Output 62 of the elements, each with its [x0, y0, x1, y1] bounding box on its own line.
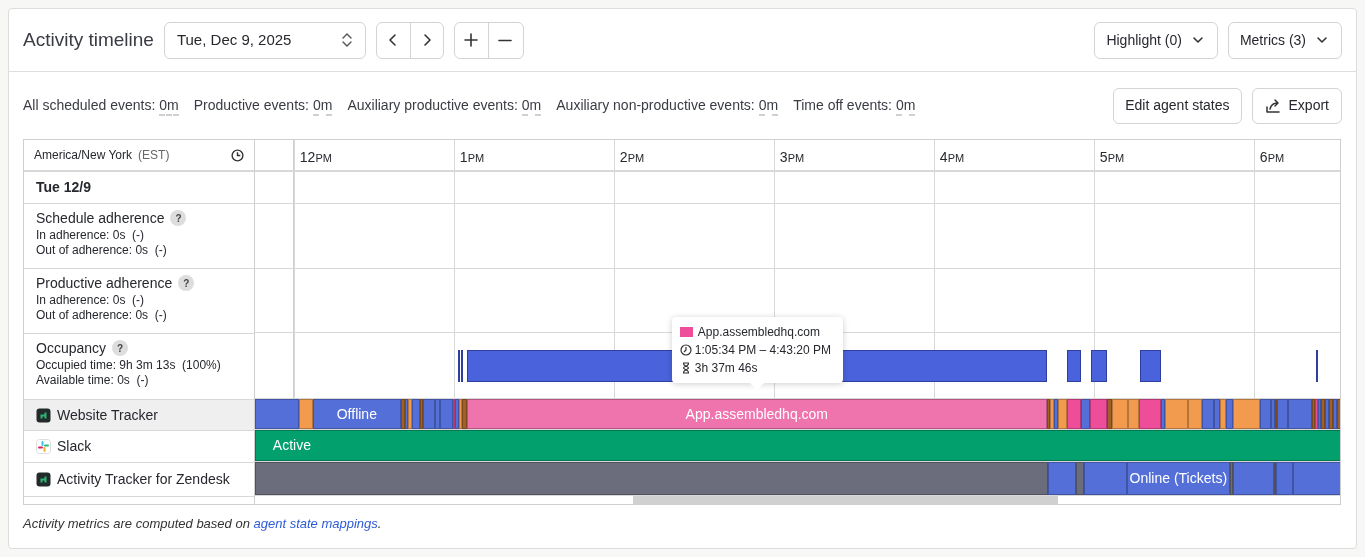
stat-label: All scheduled events:	[23, 96, 156, 115]
occupancy-bar	[1139, 350, 1161, 383]
occupancy-bar	[1066, 350, 1081, 383]
metric-detail: Out of adherence: 0s (-)	[36, 243, 168, 258]
hour-label: 5PM	[1099, 148, 1125, 167]
metric-detail: Available time: 0s (-)	[36, 373, 150, 388]
stat-label: Auxiliary productive events:	[347, 96, 518, 115]
stat-value: 0m	[758, 96, 779, 116]
activity-segment: Offline	[312, 399, 401, 430]
activity-segment: Active	[254, 430, 1340, 462]
hour-label: 3PM	[779, 148, 805, 167]
clock-icon[interactable]	[230, 148, 244, 162]
metric-title: Schedule adherence	[36, 209, 165, 227]
clock-icon	[679, 344, 692, 356]
hour-label: 4PM	[939, 148, 965, 167]
metric-detail: Out of adherence: 0s (-)	[36, 308, 168, 323]
stat-value: 0m	[159, 96, 179, 116]
metric-detail: In adherence: 0s (-)	[36, 228, 146, 243]
metric-title: Occupancy	[36, 339, 107, 357]
plus-icon	[463, 32, 480, 48]
dropdown-button[interactable]: Metrics (3)	[1227, 21, 1342, 59]
time-range: 1:05:34 PM – 4:43:20 PM	[694, 342, 831, 359]
timezone-label: America/New York	[34, 147, 133, 164]
duration: 3h 37m 46s	[694, 360, 758, 377]
hour-label: 6PM	[1259, 148, 1285, 167]
dropdown-button[interactable]: Highlight (0)	[1094, 21, 1218, 59]
slack-icon	[36, 439, 51, 454]
timezone-abbreviation: (EST)	[138, 147, 170, 164]
stat-value: 0m	[521, 96, 542, 116]
help-icon[interactable]: ?	[112, 340, 129, 356]
stat-label: Auxiliary non-productive events:	[556, 96, 755, 115]
tracker-icon	[36, 472, 51, 487]
help-icon[interactable]: ?	[178, 275, 195, 291]
stat-value: 0m	[896, 96, 916, 116]
day-label: Tue 12/9	[36, 178, 91, 197]
footer-note: Activity metrics are computed based on agent state mappings.	[23, 515, 383, 533]
page-title: Activity timeline	[23, 27, 154, 52]
stat-label: Productive events:	[193, 96, 309, 115]
occupancy-bar	[1315, 350, 1318, 383]
stat-label: Time off events:	[793, 96, 892, 115]
tracker-icon	[36, 407, 51, 423]
agent-state-mappings-link[interactable]: agent state mappings	[253, 516, 378, 531]
track-row[interactable]: Website Tracker	[24, 400, 254, 431]
sort-icon	[340, 31, 353, 49]
tooltip-title: App.assembledhq.com	[697, 324, 820, 341]
date-select[interactable]: Tue, Dec 9, 2025	[163, 21, 366, 59]
help-icon[interactable]: ?	[170, 210, 187, 226]
metric-detail: Occupied time: 9h 3m 13s (100%)	[36, 358, 222, 373]
hour-label: 12PM	[299, 148, 332, 167]
hour-label: 1PM	[459, 148, 485, 167]
hour-label: 2PM	[619, 148, 645, 167]
scrollbar-thumb[interactable]	[632, 495, 1058, 504]
export-button[interactable]: Export	[1251, 87, 1342, 124]
edit-agent-states-button[interactable]: Edit agent states	[1113, 87, 1242, 124]
activity-segment: Online (Tickets)	[1126, 462, 1230, 495]
activity-segment: App.assembledhq.com	[466, 399, 1047, 430]
occupancy-bar	[1090, 350, 1107, 383]
stat-value: 0m	[312, 96, 333, 116]
metric-title: Productive adherence	[36, 274, 173, 292]
metric-detail: In adherence: 0s (-)	[36, 293, 146, 308]
minus-icon	[497, 38, 512, 42]
export-icon	[1264, 97, 1281, 114]
